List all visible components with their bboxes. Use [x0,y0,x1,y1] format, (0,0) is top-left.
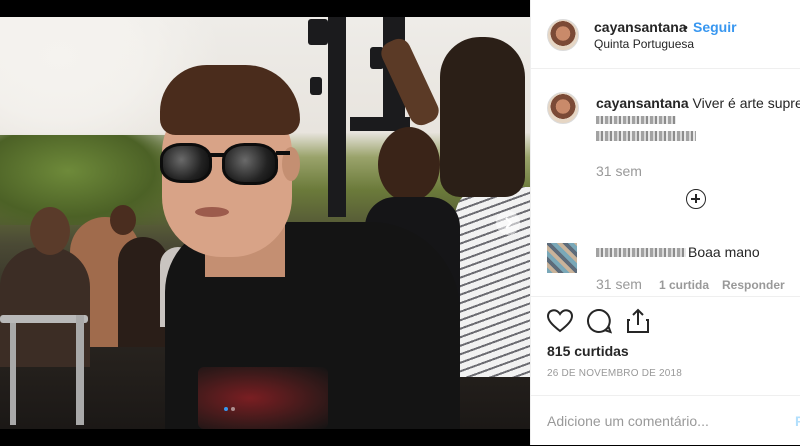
comment-composer: Adicione um comentário... P [531,395,800,446]
railing [10,323,16,425]
carousel-dot-active [224,407,228,411]
sunglasses-lens-left [160,143,212,183]
caption-hashtags-redacted [596,116,676,124]
post-panel: cayansantana • Seguir Quinta Portuguesa … [530,0,800,445]
shirt-print [198,367,328,429]
follow-button[interactable]: Seguir [693,19,737,35]
load-more-comments-button[interactable] [686,189,706,209]
sunglasses-bridge [208,153,224,157]
sunglasses-lens-right [222,143,278,185]
caption-text: Viver é arte suprema [693,95,800,111]
railing [0,315,88,323]
crowd-person [378,127,440,202]
caption-age: 31 sem [596,163,642,179]
commenter-username-redacted [596,248,686,257]
railing [76,315,84,425]
commenter-avatar[interactable] [547,243,577,273]
comment-input[interactable]: Adicione um comentário... [547,413,709,429]
photo-trees [0,135,170,225]
next-photo-button[interactable] [496,211,520,235]
carousel-dot [231,407,235,411]
post-date[interactable]: 26 DE NOVEMBRO DE 2018 [547,368,682,379]
avatar[interactable] [547,19,579,51]
caption-avatar[interactable] [547,92,579,124]
action-bar [531,296,800,297]
comment-bubble-icon[interactable] [586,308,612,334]
post-header: cayansantana • Seguir Quinta Portuguesa [531,0,800,69]
crowd-person [110,205,136,235]
share-icon[interactable] [626,308,650,334]
crowd-person-head [440,37,525,197]
crowd-person [30,207,70,255]
sunglasses-arm [276,151,290,155]
comment-age: 31 sem [596,276,642,292]
header-username[interactable]: cayansantana [594,19,687,35]
main-person-mouth [195,207,229,217]
comment-text: Boaa mano [688,244,760,260]
post-photo[interactable] [0,17,530,429]
post-comment-button[interactable]: P [795,413,800,429]
stage-light [308,19,328,45]
location-link[interactable]: Quinta Portuguesa [594,37,694,51]
comment-like-count[interactable]: 1 curtida [659,278,709,292]
heart-icon[interactable] [547,309,573,333]
caption-hashtags-redacted [596,131,696,141]
like-count[interactable]: 815 curtidas [547,343,629,359]
main-person-hair [160,65,300,135]
caption: cayansantana Viver é arte suprema [596,95,800,111]
caption-username[interactable]: cayansantana [596,95,689,111]
stage-truss [328,17,346,217]
chevron-right-icon [496,211,520,235]
comment-reply-button[interactable]: Responder [722,278,785,292]
stage-light [310,77,322,95]
header-separator: • [683,19,688,35]
